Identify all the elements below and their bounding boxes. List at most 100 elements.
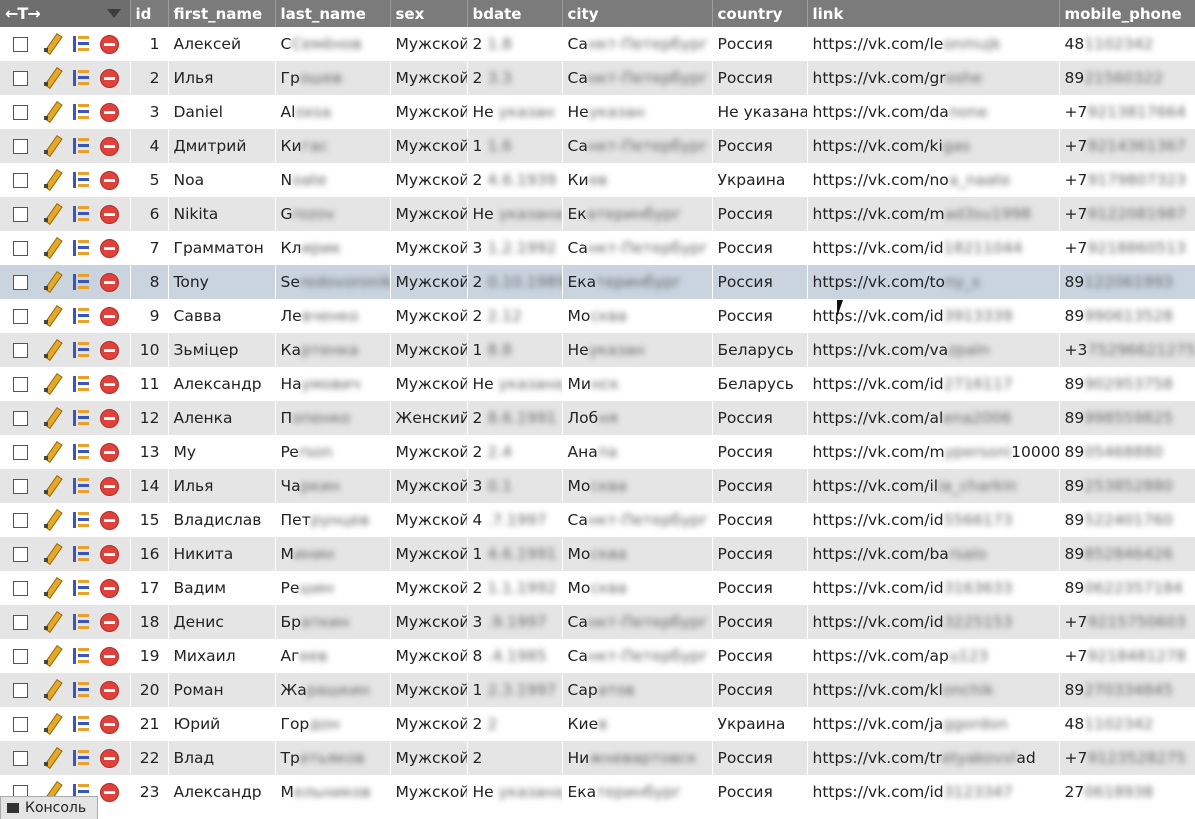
column-header-city[interactable]: city: [562, 0, 713, 27]
row-checkbox[interactable]: [13, 36, 28, 52]
edit-pencil-icon[interactable]: [42, 102, 62, 122]
table-row[interactable]: 18 Денис Браткин Мужской 3 .9.1997 Санкт-Пете…: [0, 605, 1195, 639]
edit-pencil-icon[interactable]: [42, 748, 62, 768]
row-checkbox[interactable]: [13, 750, 28, 766]
copy-row-icon[interactable]: [71, 68, 91, 88]
table-row[interactable]: 7 Грамматон Клирик Мужской 3 1.2.1992 Санкт-П…: [0, 231, 1195, 265]
copy-row-icon[interactable]: [71, 238, 91, 258]
table-row[interactable]: 4 Дмитрий Кигас Мужской 1 1.6 Санкт-Петербург…: [0, 129, 1195, 163]
edit-pencil-icon[interactable]: [42, 340, 62, 360]
cell-link[interactable]: https://vk.com/id5566173: [807, 503, 1060, 537]
delete-row-icon[interactable]: [100, 341, 119, 360]
cell-link[interactable]: https://vk.com/mad3su1998: [807, 197, 1060, 231]
table-row[interactable]: 13 My Person Мужской 2 2.4 Анапа Россия https:/…: [0, 435, 1195, 469]
copy-row-icon[interactable]: [71, 442, 91, 462]
row-checkbox[interactable]: [13, 104, 28, 120]
row-checkbox[interactable]: [13, 70, 28, 86]
copy-row-icon[interactable]: [71, 408, 91, 428]
delete-row-icon[interactable]: [100, 137, 119, 156]
edit-pencil-icon[interactable]: [42, 136, 62, 156]
table-row[interactable]: 11 Александр Наумович Мужской Не указана Минс…: [0, 367, 1195, 401]
row-checkbox[interactable]: [13, 410, 28, 426]
edit-pencil-icon[interactable]: [42, 544, 62, 564]
edit-pencil-icon[interactable]: [42, 306, 62, 326]
cell-link[interactable]: https://vk.com/danone: [807, 95, 1060, 129]
edit-pencil-icon[interactable]: [42, 204, 62, 224]
table-row[interactable]: 16 Никита Минин Мужской 1 4.6.1991 Москва Росс…: [0, 537, 1195, 571]
cell-link[interactable]: https://vk.com/groshe: [807, 61, 1060, 95]
copy-row-icon[interactable]: [71, 170, 91, 190]
copy-row-icon[interactable]: [71, 544, 91, 564]
copy-row-icon[interactable]: [71, 204, 91, 224]
table-row[interactable]: 5 Noa Noate Мужской 2 4.6.1939 Киев Украина htt…: [0, 163, 1195, 197]
cell-link[interactable]: https://vk.com/tretyakovvlad: [807, 741, 1060, 775]
cell-link[interactable]: https://vk.com/tony_s: [807, 265, 1060, 299]
table-row[interactable]: 12 Аленка Попенко Женский 2 8.6.1991 Лобня Рос…: [0, 401, 1195, 435]
delete-row-icon[interactable]: [100, 443, 119, 462]
row-checkbox[interactable]: [13, 342, 28, 358]
copy-row-icon[interactable]: [71, 714, 91, 734]
column-header-link[interactable]: link: [807, 0, 1060, 27]
delete-row-icon[interactable]: [100, 409, 119, 428]
copy-row-icon[interactable]: [71, 748, 91, 768]
table-row[interactable]: 17 Вадим Решин Мужской 2 1.1.1992 Москва Росси…: [0, 571, 1195, 605]
column-header-country[interactable]: country: [712, 0, 808, 27]
column-header-sex[interactable]: sex: [390, 0, 468, 27]
cell-link[interactable]: https://vk.com/noa_naate: [807, 163, 1060, 197]
delete-row-icon[interactable]: [100, 103, 119, 122]
cell-link[interactable]: https://vk.com/id3123347: [807, 775, 1060, 809]
table-row[interactable]: 6 Nikita Grozov Мужской Не указана Екатеринбу…: [0, 197, 1195, 231]
delete-row-icon[interactable]: [100, 35, 119, 54]
delete-row-icon[interactable]: [100, 715, 119, 734]
table-row[interactable]: 9 Савва Левченко Мужской 2 2.12 Москва Россия h…: [0, 299, 1195, 333]
row-checkbox[interactable]: [13, 580, 28, 596]
row-checkbox[interactable]: [13, 614, 28, 630]
delete-row-icon[interactable]: [100, 69, 119, 88]
table-row[interactable]: 10 Зьміцер Картенка Мужской 1 8.8 Неуказан Бел…: [0, 333, 1195, 367]
delete-row-icon[interactable]: [100, 783, 119, 802]
row-checkbox[interactable]: [13, 478, 28, 494]
delete-row-icon[interactable]: [100, 307, 119, 326]
copy-row-icon[interactable]: [71, 272, 91, 292]
edit-pencil-icon[interactable]: [42, 238, 62, 258]
copy-row-icon[interactable]: [71, 680, 91, 700]
expand-columns-icon[interactable]: ←T→: [0, 4, 41, 23]
column-controls-header[interactable]: ←T→: [0, 0, 131, 27]
cell-link[interactable]: https://vk.com/alena2006: [807, 401, 1060, 435]
column-header-id[interactable]: id: [130, 0, 169, 27]
table-row[interactable]: 1 Алексей ССемёнов Мужской 2 1.8 Санкт-Петерб…: [0, 27, 1195, 61]
edit-pencil-icon[interactable]: [42, 510, 62, 530]
delete-row-icon[interactable]: [100, 613, 119, 632]
table-row[interactable]: 15 Владислав Петрунцев Мужской 4 .7.1997 Санк…: [0, 503, 1195, 537]
options-dropdown-icon[interactable]: [107, 9, 121, 18]
cell-link[interactable]: https://vk.com/ilia_charkin: [807, 469, 1060, 503]
copy-row-icon[interactable]: [71, 612, 91, 632]
edit-pencil-icon[interactable]: [42, 646, 62, 666]
row-checkbox[interactable]: [13, 716, 28, 732]
table-row[interactable]: 23 Александр Мельников Мужской Не указана Ека…: [0, 775, 1195, 809]
column-header-last-name[interactable]: last_name: [275, 0, 391, 27]
delete-row-icon[interactable]: [100, 545, 119, 564]
table-row[interactable]: 14 Илья Чаркин Мужской 3 0.1 Москва Россия http…: [0, 469, 1195, 503]
column-header-first-name[interactable]: first_name: [168, 0, 276, 27]
copy-row-icon[interactable]: [71, 476, 91, 496]
delete-row-icon[interactable]: [100, 273, 119, 292]
cell-link[interactable]: https://vk.com/id3163633: [807, 571, 1060, 605]
cell-link[interactable]: https://vk.com/leonmujk: [807, 27, 1060, 61]
row-checkbox[interactable]: [13, 172, 28, 188]
delete-row-icon[interactable]: [100, 477, 119, 496]
delete-row-icon[interactable]: [100, 205, 119, 224]
copy-row-icon[interactable]: [71, 136, 91, 156]
table-row[interactable]: 19 Михаил Агеев Мужской 8 .4.1985 Санкт-Петер…: [0, 639, 1195, 673]
cell-link[interactable]: https://vk.com/barsalo: [807, 537, 1060, 571]
column-header-bdate[interactable]: bdate: [467, 0, 563, 27]
row-checkbox[interactable]: [13, 648, 28, 664]
column-header-mobile-phone[interactable]: mobile_phone: [1059, 0, 1195, 27]
row-checkbox[interactable]: [13, 274, 28, 290]
edit-pencil-icon[interactable]: [42, 714, 62, 734]
cell-link[interactable]: https://vk.com/vazpaln: [807, 333, 1060, 367]
edit-pencil-icon[interactable]: [42, 68, 62, 88]
table-row[interactable]: 20 Роман Жарашкин Мужской 1 2.3.1997 Саратов Р…: [0, 673, 1195, 707]
delete-row-icon[interactable]: [100, 749, 119, 768]
edit-pencil-icon[interactable]: [42, 34, 62, 54]
